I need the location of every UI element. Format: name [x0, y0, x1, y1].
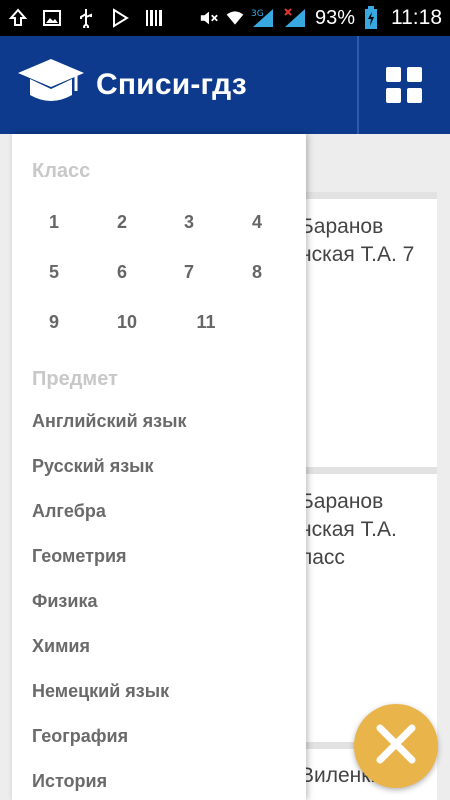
subject-section-title: Предмет — [32, 368, 118, 390]
subject-item-physics[interactable]: Физика — [32, 591, 97, 612]
status-bar: 3G 93% 11:18 — [0, 0, 450, 36]
class-section-title: Класс — [32, 160, 91, 182]
class-option-2[interactable]: 2 — [102, 212, 142, 233]
subject-item-history[interactable]: История — [32, 771, 107, 792]
card-text: нская Т.А. 7 — [300, 243, 415, 266]
screen: 3G 93% 11:18 Списи-гдз Баранов нская Т.А… — [0, 0, 450, 800]
filter-drawer: Класс 1 2 3 4 5 6 7 8 9 10 11 Предмет Ан… — [12, 134, 306, 800]
signal-icon: 3G — [251, 8, 277, 28]
class-option-6[interactable]: 6 — [102, 262, 142, 283]
card-separator — [300, 467, 437, 474]
class-option-1[interactable]: 1 — [34, 212, 74, 233]
app-logo[interactable]: Списи-гдз — [16, 57, 247, 114]
class-option-11[interactable]: 11 — [186, 312, 226, 333]
battery-percent: 93% — [314, 6, 355, 29]
class-option-9[interactable]: 9 — [34, 312, 74, 333]
subject-item-german[interactable]: Немецкий язык — [32, 681, 169, 702]
class-option-10[interactable]: 10 — [107, 312, 147, 333]
app-bar: Списи-гдз — [0, 36, 450, 134]
card-text: Баранов — [300, 215, 384, 238]
class-option-8[interactable]: 8 — [237, 262, 277, 283]
subject-item-algebra[interactable]: Алгебра — [32, 501, 106, 522]
subject-item-chemistry[interactable]: Химия — [32, 636, 90, 657]
subject-item-geography[interactable]: География — [32, 726, 128, 747]
upload-icon — [8, 8, 28, 28]
card-separator — [300, 192, 437, 199]
subject-item-geometry[interactable]: Геометрия — [32, 546, 127, 567]
class-option-3[interactable]: 3 — [169, 212, 209, 233]
close-button[interactable] — [354, 704, 438, 788]
card-text: нская Т.А. — [300, 518, 397, 541]
mute-icon — [199, 8, 219, 28]
graduation-cap-icon — [16, 57, 86, 114]
image-icon — [42, 8, 62, 28]
svg-text:3G: 3G — [251, 9, 264, 19]
clock: 11:18 — [391, 6, 442, 29]
grid-menu-icon[interactable] — [386, 67, 422, 103]
card-text: Баранов — [300, 490, 384, 513]
close-icon — [374, 722, 418, 771]
app-bar-divider — [357, 36, 359, 134]
subject-item-english[interactable]: Английский язык — [32, 411, 186, 432]
subject-item-russian[interactable]: Русский язык — [32, 456, 154, 477]
usb-icon — [76, 8, 96, 28]
wifi-icon — [225, 8, 245, 28]
card-text: ласс — [300, 546, 345, 569]
app-title: Списи-гдз — [96, 68, 247, 101]
class-option-5[interactable]: 5 — [34, 262, 74, 283]
class-option-4[interactable]: 4 — [237, 212, 277, 233]
play-store-icon — [110, 8, 130, 28]
battery-charging-icon — [361, 6, 381, 29]
class-option-7[interactable]: 7 — [169, 262, 209, 283]
barcode-icon — [144, 8, 164, 28]
signal-no-service-icon — [283, 8, 309, 28]
